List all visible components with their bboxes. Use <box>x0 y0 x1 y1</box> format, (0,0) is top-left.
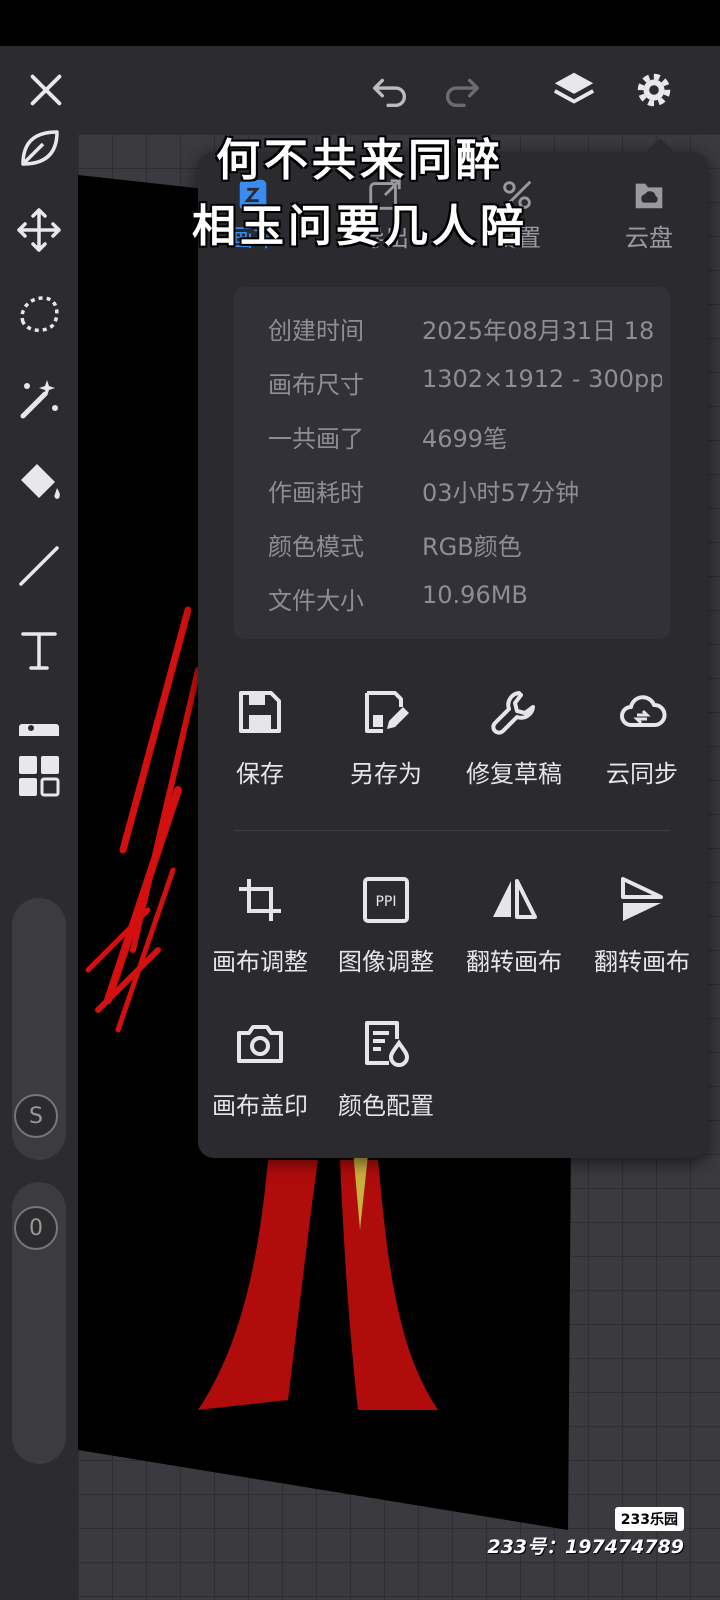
lasso-tool[interactable] <box>9 284 69 344</box>
flip-vertical-button[interactable]: 翻转画布 <box>578 870 706 977</box>
info-row-color-mode: 颜色模式 RGB颜色 <box>234 527 670 567</box>
divider <box>234 830 670 831</box>
cloud-sync-icon <box>620 695 667 727</box>
line-tool[interactable] <box>9 536 69 596</box>
overlay-caption-line1: 何不共来同醉 <box>216 135 504 186</box>
flip-horizontal-label: 翻转画布 <box>466 948 562 976</box>
info-value: 03小时57分钟 <box>422 479 580 507</box>
close-icon <box>30 74 62 106</box>
settings-button[interactable] <box>626 62 682 118</box>
info-row-size: 画布尺寸 1302×1912 - 300ppi <box>234 365 670 405</box>
info-row-created: 创建时间 2025年08月31日 18 <box>234 311 670 351</box>
svg-text:PPI: PPI <box>375 894 396 910</box>
canvas-info-table: 创建时间 2025年08月31日 18 画布尺寸 1302×1912 - 300… <box>234 287 670 639</box>
flip-horizontal-icon <box>493 879 537 919</box>
info-row-strokes: 一共画了 4699笔 <box>234 419 670 459</box>
info-value: 1302×1912 - 300ppi <box>422 365 662 393</box>
flip-vertical-label: 翻转画布 <box>594 948 690 976</box>
save-as-icon <box>365 691 409 733</box>
canvas-adjust-button[interactable]: 画布调整 <box>196 870 324 977</box>
top-toolbar <box>0 46 720 134</box>
ruler-icon <box>19 724 59 736</box>
grid-apps-icon <box>19 756 60 797</box>
info-key: 颜色模式 <box>268 533 364 561</box>
info-key: 作画耗时 <box>268 479 364 507</box>
lasso-icon <box>20 296 59 332</box>
color-profile-button[interactable]: 颜色配置 <box>322 1014 450 1121</box>
save-label: 保存 <box>236 760 284 788</box>
wrench-icon <box>491 691 535 735</box>
image-adjust-label: 图像调整 <box>338 948 434 976</box>
info-value: RGB颜色 <box>422 533 522 561</box>
canvas-stamp-label: 画布盖印 <box>212 1092 308 1120</box>
repair-draft-label: 修复草稿 <box>466 760 562 788</box>
canvas-stamp-button[interactable]: 画布盖印 <box>196 1014 324 1121</box>
text-tool[interactable] <box>9 620 69 680</box>
save-as-label: 另存为 <box>350 760 422 788</box>
crop-icon <box>239 879 281 921</box>
status-bar <box>0 0 720 46</box>
overlay-caption-line2: 相玉问要几人陪 <box>192 201 528 252</box>
text-icon <box>21 632 57 670</box>
info-key: 文件大小 <box>268 587 364 615</box>
color-profile-label: 颜色配置 <box>338 1092 434 1120</box>
undo-button[interactable] <box>362 62 418 118</box>
redo-icon <box>445 78 480 108</box>
opacity-knob[interactable]: 0 <box>14 1206 58 1250</box>
save-button[interactable]: 保存 <box>196 682 324 789</box>
image-adjust-button[interactable]: PPI 图像调整 <box>322 870 450 977</box>
save-icon <box>239 691 281 733</box>
watermark-logo: 233乐园 <box>614 1507 684 1531</box>
info-value: 10.96MB <box>422 581 528 609</box>
flip-vertical-icon <box>621 877 663 921</box>
flip-horizontal-button[interactable]: 翻转画布 <box>450 870 578 977</box>
fill-tool[interactable] <box>9 452 69 512</box>
redo-button[interactable] <box>434 62 490 118</box>
layers-button[interactable] <box>546 62 602 118</box>
info-key: 画布尺寸 <box>268 371 364 399</box>
paint-bucket-icon <box>21 464 60 499</box>
canvas-info-panel: 画布 导出 设置 云盘 创建时间 2025年08月31日 18 画布尺寸 130… <box>196 138 708 1158</box>
magic-wand-icon <box>20 380 58 419</box>
gear-icon <box>637 73 671 107</box>
info-row-file-size: 文件大小 10.96MB <box>234 581 670 621</box>
watermark-id: 233号：197474789 <box>487 1536 684 1558</box>
layers-icon <box>553 72 595 104</box>
color-profile-icon <box>365 1021 410 1067</box>
line-icon <box>19 546 59 586</box>
brush-size-knob[interactable]: S <box>14 1094 58 1138</box>
brush-size-label: S <box>29 1103 43 1129</box>
close-button[interactable] <box>18 62 74 118</box>
info-value: 2025年08月31日 18 <box>422 317 655 345</box>
repair-draft-button[interactable]: 修复草稿 <box>450 682 578 789</box>
camera-icon <box>237 1025 283 1063</box>
info-key: 创建时间 <box>268 317 364 345</box>
info-value: 4699笔 <box>422 425 508 453</box>
info-key: 一共画了 <box>268 425 364 453</box>
ppi-icon: PPI <box>363 877 409 923</box>
undo-icon <box>372 78 407 108</box>
cloud-sync-button[interactable]: 云同步 <box>578 682 706 789</box>
canvas-adjust-label: 画布调整 <box>212 948 308 976</box>
cloud-sync-label: 云同步 <box>606 760 678 788</box>
magic-wand-tool[interactable] <box>9 368 69 428</box>
info-row-duration: 作画耗时 03小时57分钟 <box>234 473 670 513</box>
opacity-label: 0 <box>29 1215 43 1241</box>
more-tools[interactable] <box>9 746 69 806</box>
save-as-button[interactable]: 另存为 <box>322 682 450 789</box>
ruler-tool[interactable] <box>9 700 69 736</box>
